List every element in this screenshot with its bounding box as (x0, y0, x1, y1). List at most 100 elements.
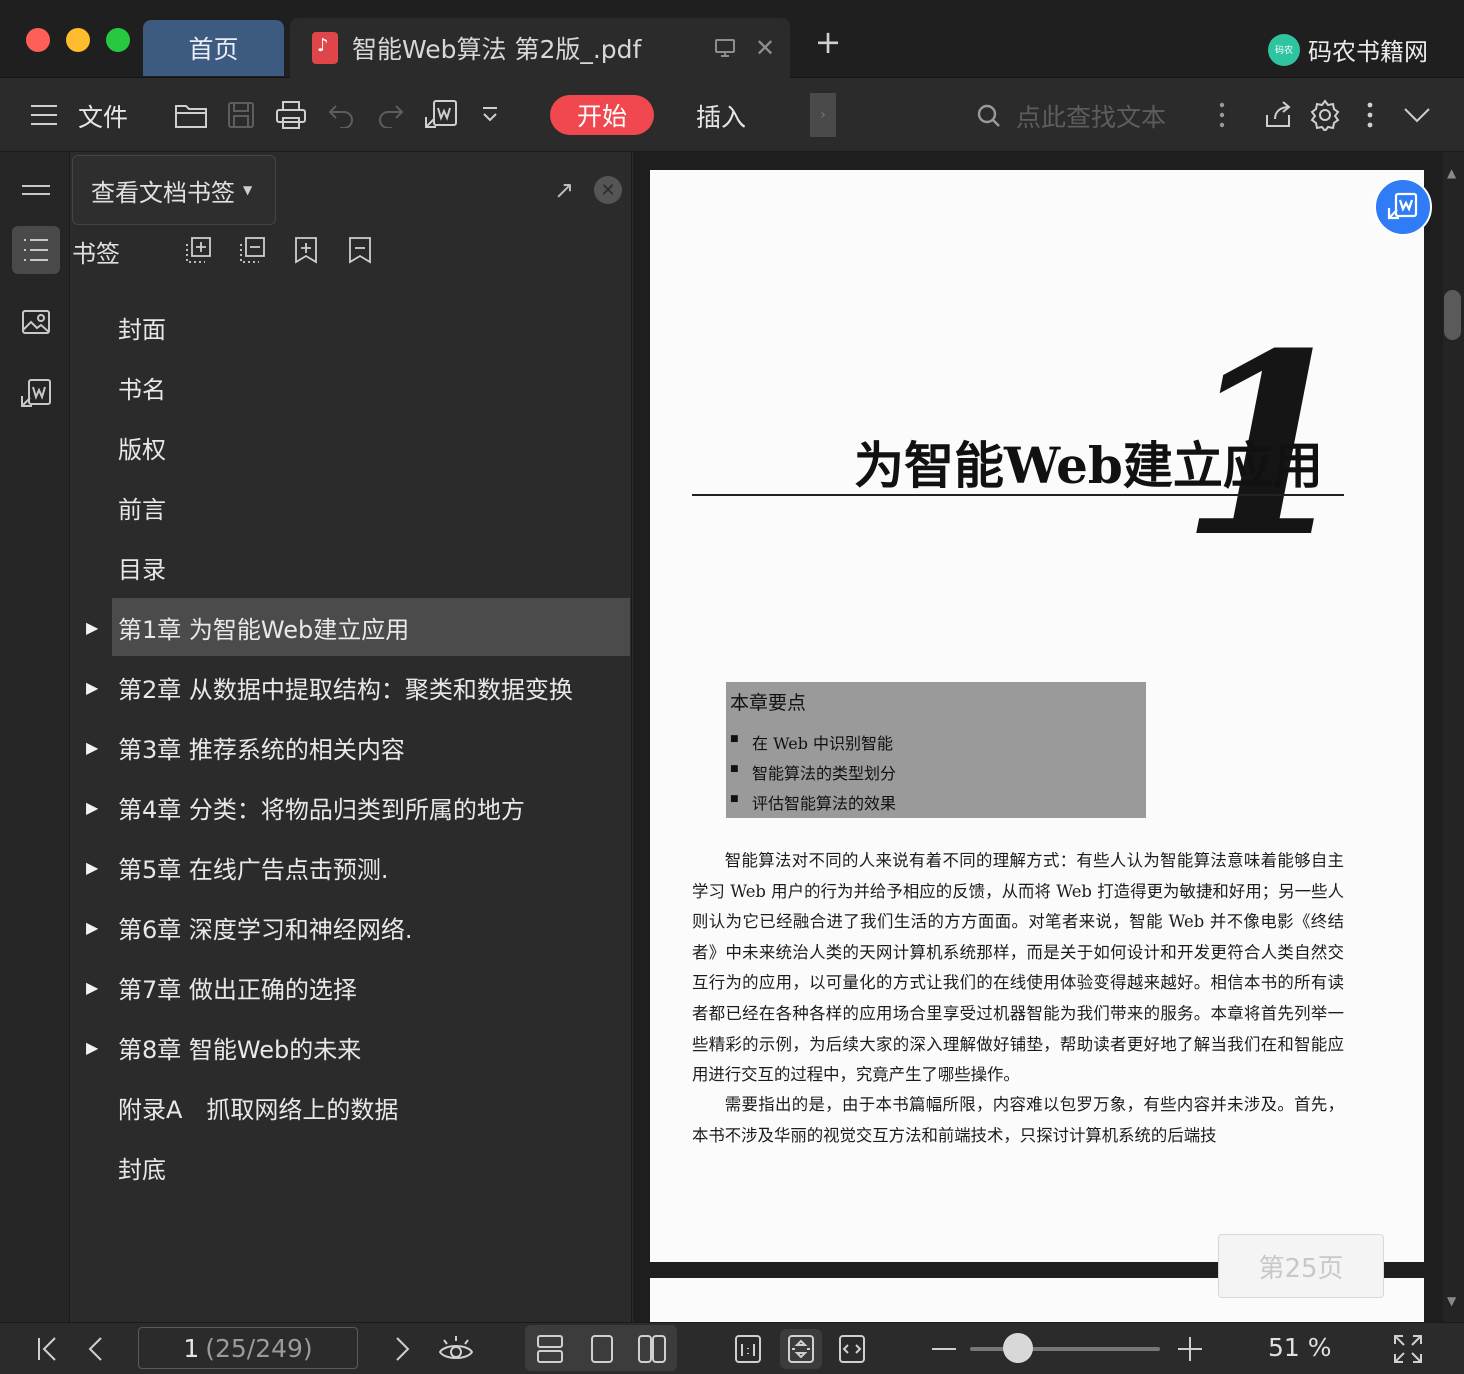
page-number-input[interactable]: 1 (25/249) (138, 1327, 358, 1369)
export-word-icon[interactable] (422, 96, 460, 134)
more-tools-dropdown-icon[interactable] (476, 96, 504, 134)
next-page-icon[interactable] (388, 1329, 418, 1369)
close-panel-icon[interactable]: ✕ (594, 176, 622, 204)
file-menu[interactable]: 文件 (78, 98, 128, 134)
new-tab-button[interactable]: + (812, 23, 844, 61)
bookmark-label: 第1章 为智能Web建立应用 (118, 615, 410, 644)
bookmark-item[interactable]: 版权 (112, 418, 630, 476)
expand-arrow-icon[interactable]: ▶ (86, 838, 106, 896)
bookmark-item[interactable]: 书名 (112, 358, 630, 416)
expand-arrow-icon[interactable]: ▶ (86, 778, 106, 836)
floating-convert-button[interactable] (1374, 178, 1432, 236)
key-point: 评估智能算法的效果 (730, 790, 896, 814)
fit-page-icon[interactable] (780, 1329, 822, 1369)
document-viewport[interactable]: 1 为智能Web建立应用 本章要点 在 Web 中识别智能 智能算法的类型划分 … (633, 152, 1443, 1322)
save-icon[interactable] (222, 96, 260, 134)
tab-start[interactable]: 开始 (550, 95, 654, 135)
zoom-out-icon[interactable] (930, 1329, 958, 1369)
more-tabs-chevron-icon[interactable]: › (810, 93, 836, 137)
bookmark-label: 附录A 抓取网络上的数据 (118, 1095, 399, 1124)
bookmark-item-selected[interactable]: 第1章 为智能Web建立应用 (112, 598, 630, 656)
hamburger-menu-icon[interactable] (26, 96, 62, 134)
tab-home-label: 首页 (188, 35, 239, 64)
close-window-button[interactable] (26, 28, 50, 52)
panel-view-dropdown[interactable]: 查看文档书签 ▼ (72, 155, 276, 225)
bookmark-label: 第2章 从数据中提取结构：聚类和数据变换 (118, 675, 573, 704)
zoom-window-button[interactable] (106, 28, 130, 52)
tab-document[interactable]: 智能Web算法 第2版_.pdf ✕ (290, 18, 790, 78)
bookmark-label: 目录 (118, 555, 166, 584)
bookmark-label: 前言 (118, 495, 166, 524)
fit-width-icon[interactable] (832, 1329, 872, 1369)
share-icon[interactable] (1260, 96, 1296, 134)
remove-bookmark-icon[interactable] (346, 236, 374, 264)
bookmark-item[interactable]: 第5章 在线广告点击预测. (112, 838, 630, 896)
brand-name: 码农书籍网 (1308, 38, 1428, 66)
pdf-file-icon (312, 32, 338, 64)
redo-icon[interactable] (372, 96, 408, 134)
zoom-slider-knob[interactable] (1002, 1333, 1033, 1363)
expand-arrow-icon[interactable]: ▶ (86, 598, 106, 656)
bookmark-item[interactable]: 第3章 推荐系统的相关内容 (112, 718, 630, 776)
single-page-icon[interactable] (582, 1329, 622, 1369)
search-text-field[interactable]: 点此查找文本 (976, 98, 1166, 134)
settings-gear-icon[interactable] (1306, 96, 1344, 134)
chapter-title-rule (692, 494, 1344, 496)
thumbnails-icon[interactable] (12, 298, 60, 346)
previous-page-icon[interactable] (80, 1329, 110, 1369)
first-page-icon[interactable] (30, 1329, 64, 1369)
body-paragraph: 需要指出的是，由于本书篇幅所限，内容难以包罗万象，有些内容并未涉及。首先，本书不… (692, 1095, 1344, 1145)
reading-mode-eye-icon[interactable] (436, 1329, 476, 1369)
pop-out-arrow-icon[interactable]: ↗ (554, 176, 574, 204)
bookmark-item[interactable]: 第2章 从数据中提取结构：聚类和数据变换 (112, 658, 630, 716)
tab-home[interactable]: 首页 (143, 20, 284, 76)
collapse-all-icon[interactable] (238, 236, 266, 264)
convert-word-icon[interactable] (12, 370, 60, 418)
fullscreen-icon[interactable] (1390, 1329, 1426, 1369)
zoom-level[interactable]: 51 % (1268, 1333, 1332, 1362)
expand-all-icon[interactable] (184, 236, 212, 264)
pdf-page: 1 为智能Web建立应用 本章要点 在 Web 中识别智能 智能算法的类型划分 … (650, 170, 1424, 1262)
add-bookmark-icon[interactable] (292, 236, 320, 264)
collapse-panel-icon[interactable] (12, 166, 60, 214)
scroll-up-arrow-icon[interactable]: ▲ (1447, 166, 1456, 180)
bookmark-item[interactable]: 前言 (112, 478, 630, 536)
bookmark-item[interactable]: 封底 (112, 1138, 630, 1196)
scroll-down-arrow-icon[interactable]: ▼ (1447, 1294, 1456, 1308)
minimize-window-button[interactable] (66, 28, 90, 52)
undo-icon[interactable] (324, 96, 360, 134)
title-bar: 首页 智能Web算法 第2版_.pdf ✕ + 码农 码农书籍网 (0, 0, 1464, 78)
expand-arrow-icon[interactable]: ▶ (86, 1018, 106, 1076)
bookmarks-icon[interactable] (12, 226, 60, 274)
bookmark-item[interactable]: 封面 (112, 298, 630, 356)
expand-arrow-icon[interactable]: ▶ (86, 898, 106, 956)
close-tab-icon[interactable]: ✕ (750, 33, 780, 63)
page-total: (25/249) (205, 1333, 313, 1363)
present-icon[interactable] (710, 33, 740, 63)
print-icon[interactable] (272, 96, 310, 134)
open-folder-icon[interactable] (172, 96, 210, 134)
scrollbar-thumb[interactable] (1444, 290, 1461, 340)
continuous-scroll-icon[interactable] (530, 1329, 570, 1369)
vertical-scrollbar[interactable]: ▲ ▼ (1443, 152, 1464, 1322)
tab-insert[interactable]: 插入 (696, 98, 746, 134)
bookmark-item[interactable]: 第8章 智能Web的未来 (112, 1018, 630, 1076)
collapse-toolbar-chevron-icon[interactable] (1398, 96, 1436, 134)
bookmark-label: 第4章 分类：将物品归类到所属的地方 (118, 795, 525, 824)
zoom-slider-track[interactable] (970, 1347, 1160, 1351)
expand-arrow-icon[interactable]: ▶ (86, 658, 106, 716)
two-page-icon[interactable] (632, 1329, 672, 1369)
zoom-in-icon[interactable] (1176, 1329, 1204, 1369)
bookmark-label: 第6章 深度学习和神经网络. (118, 915, 413, 944)
more-options-icon[interactable] (1360, 96, 1380, 134)
expand-arrow-icon[interactable]: ▶ (86, 718, 106, 776)
bookmark-item[interactable]: 目录 (112, 538, 630, 596)
bookmark-item[interactable]: 第6章 深度学习和神经网络. (112, 898, 630, 956)
brand[interactable]: 码农 码农书籍网 (1268, 32, 1428, 67)
key-points-title: 本章要点 (730, 692, 807, 714)
bookmark-item[interactable]: 第7章 做出正确的选择 (112, 958, 630, 1016)
expand-arrow-icon[interactable]: ▶ (86, 958, 106, 1016)
bookmark-item[interactable]: 第4章 分类：将物品归类到所属的地方 (112, 778, 630, 836)
bookmark-item[interactable]: 附录A 抓取网络上的数据 (112, 1078, 630, 1136)
actual-size-icon[interactable] (728, 1329, 768, 1369)
